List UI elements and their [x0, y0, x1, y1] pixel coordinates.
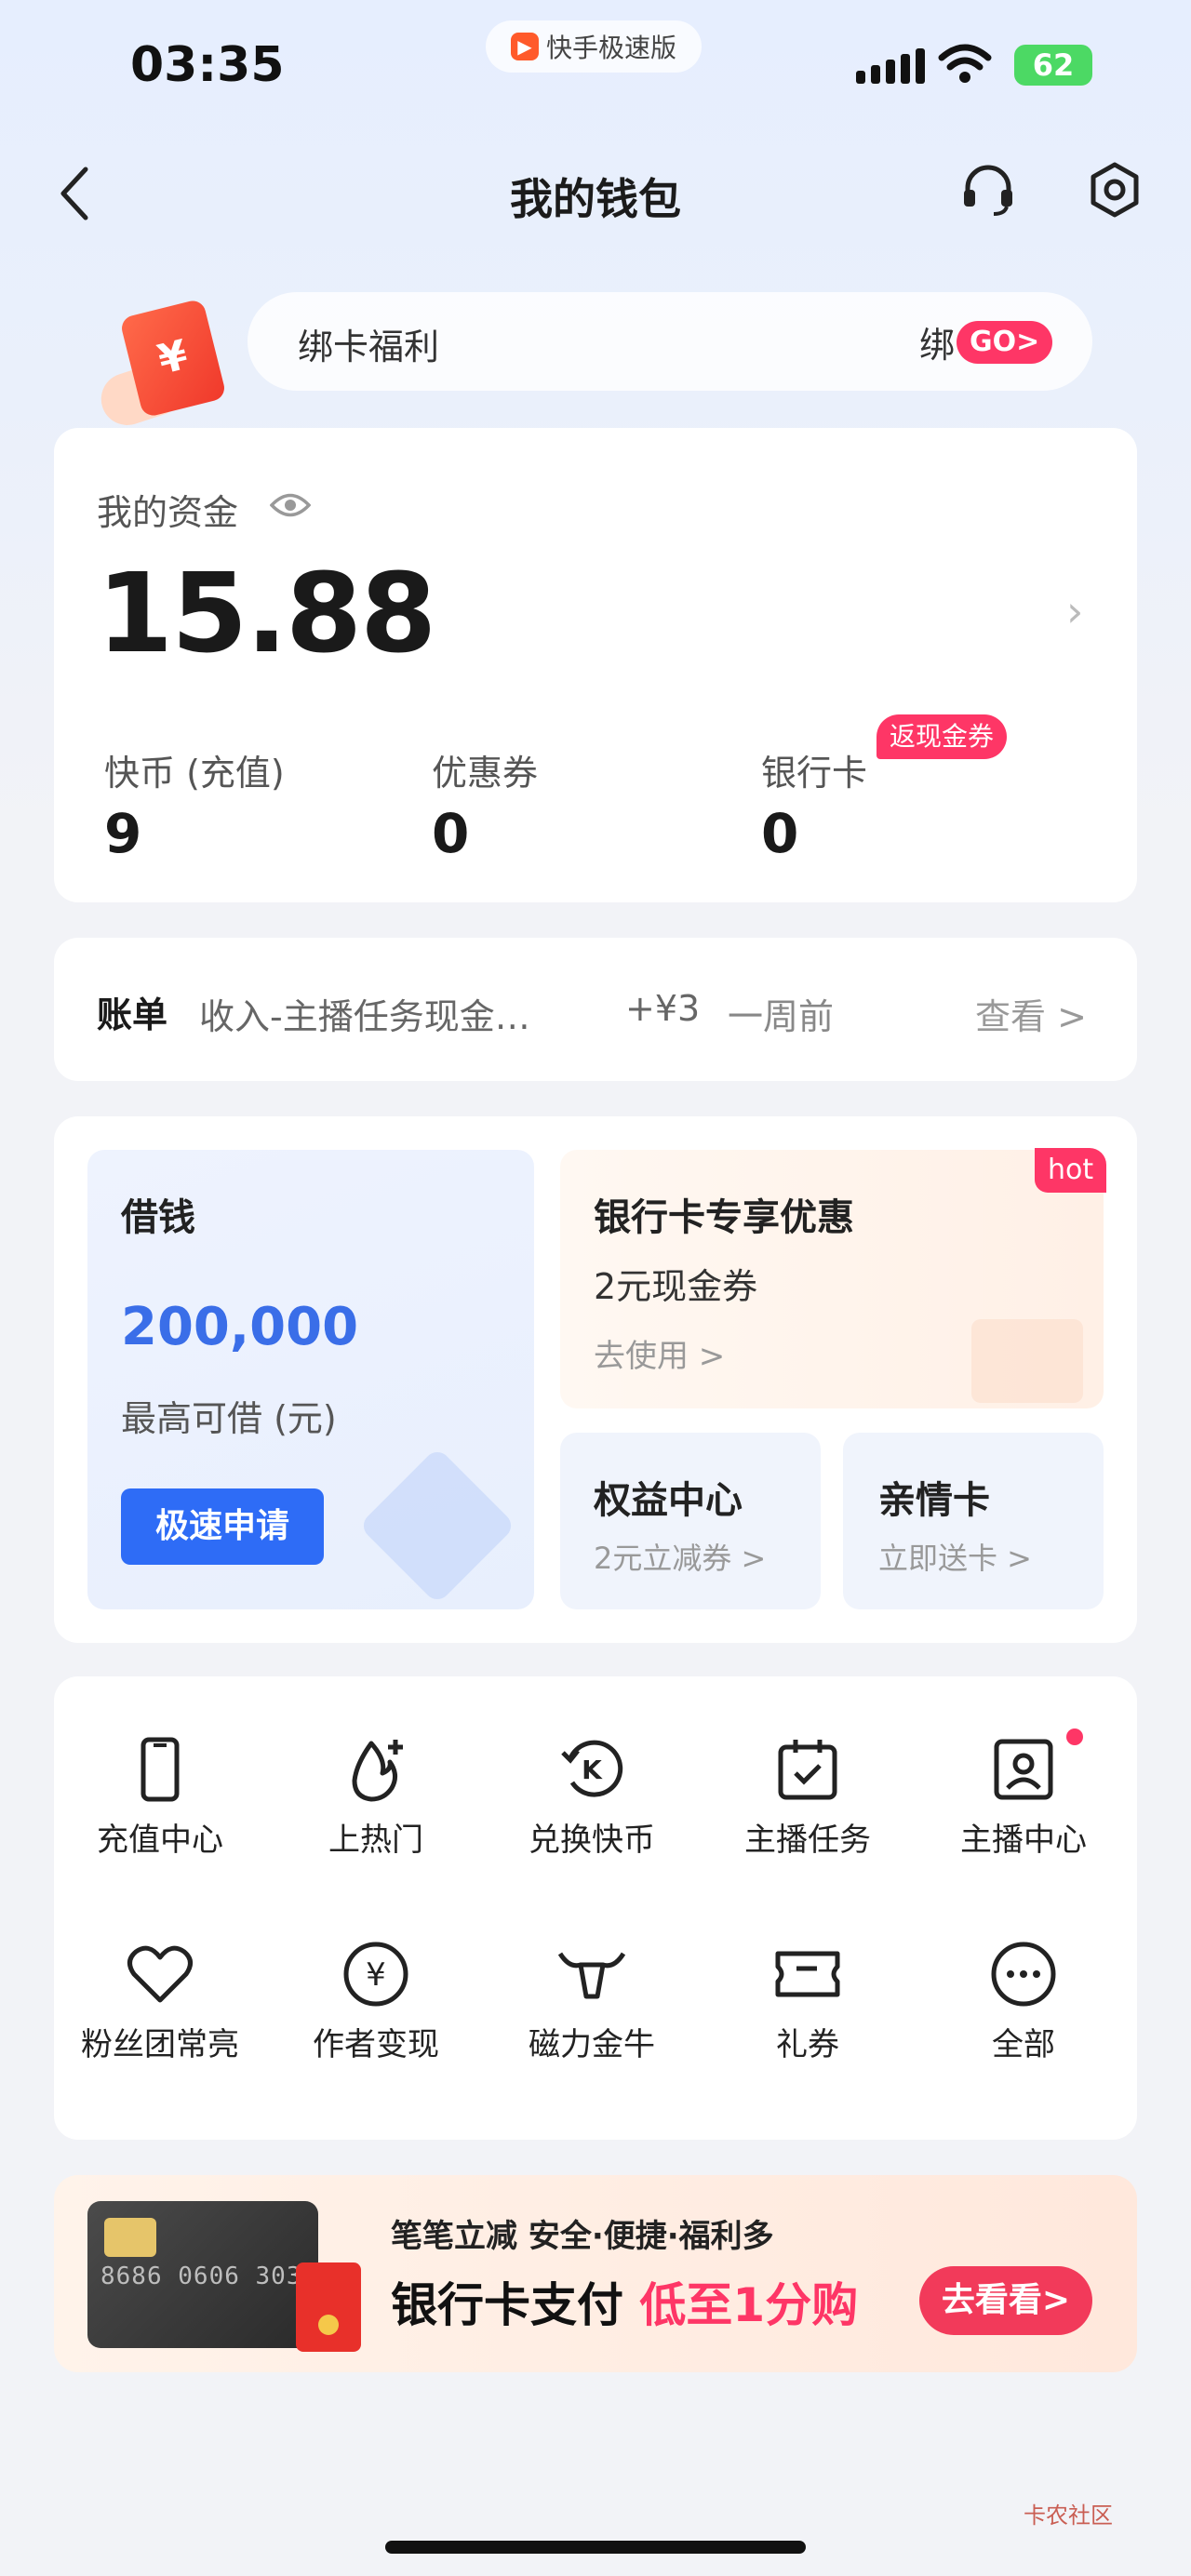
grid-item-vouchers[interactable]: 礼券 [715, 1941, 901, 2064]
loan-title: 借钱 [121, 1196, 195, 1239]
settings-icon[interactable] [1085, 160, 1144, 220]
customer-service-icon[interactable] [958, 160, 1018, 220]
bull-icon [557, 1952, 626, 1999]
headline-prefix: 银行卡支付 [391, 2278, 640, 2332]
coin-exchange-icon: K [561, 1740, 623, 1797]
red-envelope-icon [296, 2262, 361, 2352]
card-number: 8686 0606 303 [100, 2262, 302, 2290]
grid-item-fan-club[interactable]: 粉丝团常亮 [67, 1941, 253, 2064]
home-indicator[interactable] [385, 2541, 806, 2554]
app-name: 快手极速版 [545, 33, 676, 63]
funds-chevron-icon[interactable]: › [1066, 586, 1083, 636]
grid-item-monetize[interactable]: ¥ 作者变现 [283, 1941, 469, 2064]
profile-card-icon [994, 1739, 1053, 1800]
grid-label: 主播中心 [960, 1822, 1087, 1859]
grid-item-trending[interactable]: 上热门 [283, 1736, 469, 1860]
promo-use-link[interactable]: 去使用 > [594, 1330, 725, 1376]
grid-label: 兑换快币 [529, 1822, 655, 1859]
bill-amount: +¥3 [625, 988, 701, 1029]
bankcard-label[interactable]: 银行卡 [761, 744, 867, 795]
grid-label: 磁力金牛 [529, 2026, 655, 2063]
kuaishou-logo-icon: ▶ [510, 33, 539, 60]
ticket-icon [775, 1951, 840, 1997]
kuaibi-label[interactable]: 快币 (充值) [104, 744, 285, 795]
svg-text:K: K [582, 1755, 603, 1785]
loan-subtitle: 最高可借 (元) [121, 1398, 337, 1439]
status-time: 03:35 [130, 37, 285, 93]
grid-item-streamer-center[interactable]: 主播中心 [930, 1736, 1117, 1860]
svg-text:¥: ¥ [366, 1956, 386, 1994]
cellular-signal-icon [856, 48, 925, 84]
promo-title: 银行卡专享优惠 [594, 1196, 854, 1239]
cashback-badge: 返现金券 [877, 714, 1008, 759]
grid-item-exchange[interactable]: K 兑换快币 [499, 1736, 685, 1860]
funds-label: 我的资金 [97, 492, 239, 533]
app-indicator-pill[interactable]: ▶ 快手极速版 [486, 20, 702, 73]
go-button[interactable]: GO> [957, 320, 1053, 364]
phone-icon [141, 1737, 180, 1802]
loan-amount: 200,000 [121, 1297, 359, 1357]
grid-item-magnetic-bull[interactable]: 磁力金牛 [499, 1941, 685, 2064]
battery-indicator: 62 [1014, 45, 1092, 86]
grid-label: 作者变现 [313, 2026, 439, 2063]
card-chip-icon [104, 2218, 156, 2257]
benefits-center-title: 权益中心 [594, 1479, 743, 1522]
benefits-center-subtitle: 2元立减券 > [594, 1541, 767, 1576]
bill-time: 一周前 [728, 996, 835, 1037]
funds-amount: 15.88 [97, 549, 436, 677]
bind-card-text: 绑卡福利 [298, 327, 440, 367]
promo-card-decoration [971, 1319, 1083, 1403]
bankcard-value[interactable]: 0 [761, 802, 798, 865]
kuaibi-value[interactable]: 9 [104, 802, 141, 865]
grid-item-streamer-tasks[interactable]: 主播任务 [715, 1736, 901, 1860]
grid-item-recharge[interactable]: 充值中心 [67, 1736, 253, 1860]
grid-label: 礼券 [776, 2026, 839, 2063]
promo-subtitle: 2元现金券 [594, 1266, 758, 1307]
yuan-icon: ¥ [343, 1942, 408, 2007]
family-card-title: 亲情卡 [878, 1479, 990, 1522]
view-offer-button[interactable]: 去看看> [919, 2266, 1092, 2335]
grid-item-all[interactable]: 全部 [930, 1941, 1117, 2064]
fire-plus-icon [352, 1740, 403, 1802]
apply-loan-button[interactable]: 极速申请 [121, 1488, 324, 1565]
grid-label: 粉丝团常亮 [81, 2026, 239, 2063]
calendar-check-icon [778, 1740, 837, 1800]
bind-go-action[interactable]: 绑 GO> [919, 316, 1053, 367]
wifi-icon [938, 44, 992, 83]
hot-badge: hot [1035, 1148, 1107, 1193]
headline-highlight: 低至1分购 [639, 2278, 859, 2332]
grid-label: 全部 [992, 2026, 1055, 2063]
grid-label: 上热门 [328, 1822, 423, 1859]
more-icon [991, 1942, 1056, 2007]
bank-banner-tagline: 笔笔立减 安全·便捷·福利多 [391, 2218, 774, 2255]
coupon-value[interactable]: 0 [432, 802, 469, 865]
heart-icon [127, 1945, 193, 2003]
grid-label: 充值中心 [97, 1822, 223, 1859]
eye-icon[interactable] [270, 491, 311, 519]
grid-label: 主播任务 [744, 1822, 871, 1859]
bill-description: 收入-主播任务现金… [199, 996, 530, 1037]
bill-title: 账单 [97, 994, 168, 1035]
bill-view-link[interactable]: 查看 > [975, 988, 1087, 1039]
bank-banner-headline: 银行卡支付 低至1分购 [391, 2268, 858, 2335]
coupon-label[interactable]: 优惠券 [432, 744, 538, 795]
bind-action-prefix: 绑 [919, 325, 956, 366]
watermark: 卡农社区 [1024, 2503, 1113, 2529]
family-card-subtitle: 立即送卡 > [878, 1541, 1032, 1576]
